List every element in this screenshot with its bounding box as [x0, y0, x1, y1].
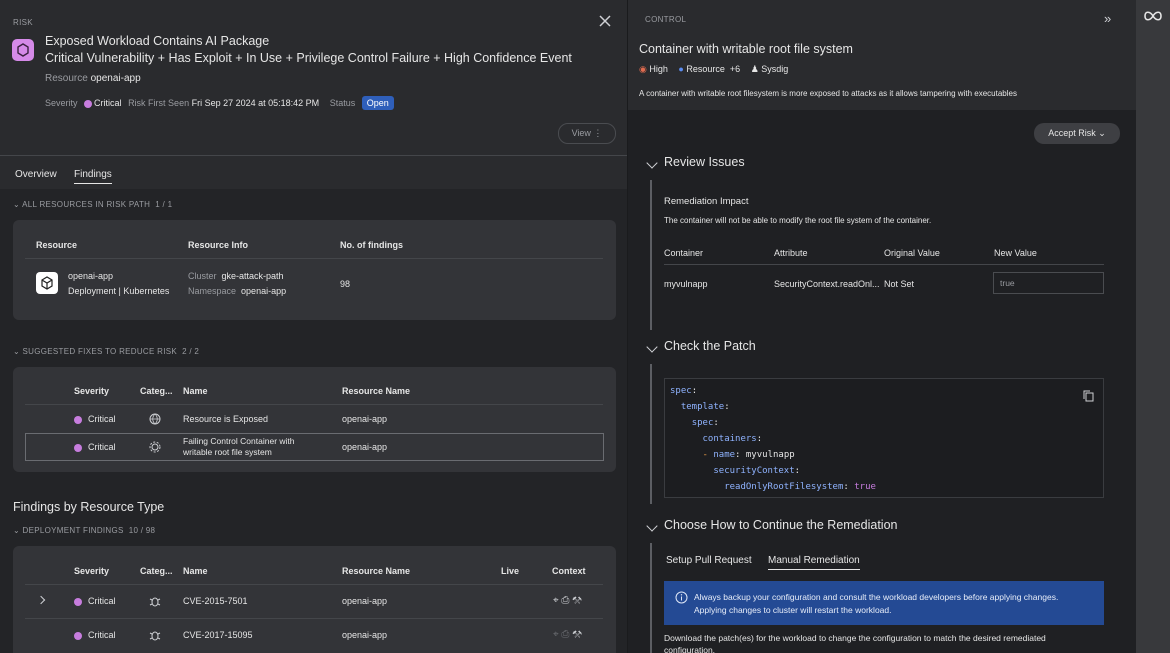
resource-name[interactable]: openai-app — [91, 73, 141, 84]
new-value-input[interactable]: true — [993, 272, 1104, 294]
col-resource-info: Resource Info — [188, 240, 249, 250]
col-findings: No. of findings — [340, 240, 403, 250]
col-severity: Severity — [74, 386, 110, 396]
shield-icon: ◉ — [639, 64, 647, 74]
table-row[interactable]: Critical CVE-2015-7501 openai-app ⌖ ⎙ ⚒ — [13, 585, 616, 618]
close-icon[interactable] — [598, 14, 612, 28]
findings-title: Findings by Resource Type — [13, 500, 165, 514]
risk-title: Exposed Workload Contains AI Package — [45, 34, 270, 48]
status-badge: Open — [361, 96, 394, 110]
col-category: Categ... — [140, 386, 173, 396]
info-icon — [675, 591, 688, 604]
cluster-value: gke-attack-path — [221, 271, 284, 281]
resource-link[interactable]: openai-app — [68, 271, 113, 281]
table-row-selected[interactable]: Critical Failing Control Container with … — [25, 433, 604, 461]
control-panel: CONTROL » Container with writable root f… — [628, 0, 1136, 653]
infinity-icon[interactable] — [1142, 9, 1164, 23]
col-container: Container — [664, 248, 704, 258]
tab-manual-remediation[interactable]: Manual Remediation — [768, 555, 860, 570]
accept-risk-button[interactable]: Accept Risk ⌄ — [1034, 123, 1120, 144]
patch-toggle[interactable] — [646, 338, 658, 356]
globe-icon — [149, 413, 161, 425]
divider — [0, 155, 627, 156]
gear-badge-icon — [149, 441, 161, 453]
findings-panel: Severity Categ... Name Resource Name Liv… — [13, 546, 616, 653]
tab-findings[interactable]: Findings — [74, 169, 112, 184]
col-name: Name — [183, 386, 208, 396]
critical-dot — [84, 99, 93, 108]
col-resource: Resource — [36, 240, 78, 250]
col-resource-name: Resource Name — [342, 386, 411, 396]
resource-type: Deployment | Kubernetes — [68, 286, 170, 296]
bug-icon — [149, 595, 161, 607]
view-button[interactable]: View ⋮ — [558, 123, 616, 144]
choose-toggle[interactable] — [646, 517, 658, 535]
download-text: Download the patch(es) for the workload … — [664, 633, 1046, 643]
user-icon: ♟ — [750, 64, 759, 74]
control-section-label: CONTROL — [645, 15, 687, 24]
tab-overview[interactable]: Overview — [15, 169, 57, 180]
deployment-icon — [36, 272, 58, 294]
choose-title[interactable]: Choose How to Continue the Remediation — [664, 518, 897, 532]
impact-title: Remediation Impact — [664, 196, 749, 207]
col-attribute: Attribute — [774, 248, 808, 258]
risk-panel: RISK Exposed Workload Contains AI Packag… — [0, 0, 627, 653]
control-description: A container with writable root filesyste… — [639, 89, 1017, 98]
section-label: RISK — [13, 18, 33, 27]
resource-label: Resource — [45, 73, 88, 84]
first-seen-value: Fri Sep 27 2024 at 05:18:42 PM — [191, 98, 320, 108]
impact-text: The container will not be able to modify… — [664, 216, 932, 225]
attribute-value: SecurityContext.readOnl... — [774, 279, 880, 289]
patch-code: spec: template: spec: containers: - name… — [670, 386, 876, 492]
collapse-icon[interactable]: » — [1104, 11, 1111, 26]
fixes-header[interactable]: ⌄ SUGGESTED FIXES TO REDUCE RISK 2 / 2 — [13, 347, 199, 356]
expand-icon[interactable] — [36, 595, 46, 605]
col-new: New Value — [994, 248, 1037, 258]
side-rail — [1136, 0, 1170, 653]
table-row[interactable]: Critical CVE-2017-15095 openai-app ⌖ ⎙ ⚒ — [13, 619, 616, 652]
risk-path-panel: Resource Resource Info No. of findings o… — [13, 220, 616, 320]
namespace-value: openai-app — [241, 286, 287, 296]
resource-icon: ● — [678, 64, 684, 74]
copy-icon[interactable] — [1083, 390, 1094, 402]
first-seen-label: Risk First Seen — [128, 98, 190, 108]
col-original: Original Value — [884, 248, 940, 258]
findings-count: 98 — [340, 279, 351, 289]
context-icons[interactable]: ⌖ ⎙ ⚒ — [553, 629, 582, 640]
review-toggle[interactable] — [646, 154, 658, 172]
patch-title[interactable]: Check the Patch — [664, 339, 756, 353]
context-icons[interactable]: ⌖ ⎙ ⚒ — [553, 595, 582, 606]
risk-subtitle: Critical Vulnerability + Has Exploit + I… — [45, 51, 572, 65]
patch-code-block: spec: template: spec: containers: - name… — [664, 378, 1104, 498]
control-title: Container with writable root file system — [639, 42, 853, 56]
download-text-2: configuration. — [664, 645, 716, 653]
info-banner: Always backup your configuration and con… — [664, 581, 1104, 625]
ai-package-icon — [12, 39, 34, 61]
fixes-panel: Severity Categ... Name Resource Name Cri… — [13, 367, 616, 472]
severity-label: Severity — [45, 98, 78, 108]
tab-setup-pr[interactable]: Setup Pull Request — [666, 555, 752, 566]
status-label: Status — [329, 98, 356, 108]
original-value: Not Set — [884, 279, 915, 289]
risk-path-header[interactable]: ⌄ ALL RESOURCES IN RISK PATH 1 / 1 — [13, 200, 172, 209]
bug-icon — [149, 629, 161, 641]
table-row[interactable]: Critical Resource is Exposed openai-app — [25, 405, 603, 433]
container-value: myvulnapp — [664, 279, 708, 289]
deployment-findings-header[interactable]: ⌄ DEPLOYMENT FINDINGS 10 / 98 — [13, 526, 155, 535]
severity-value: Critical — [94, 98, 122, 108]
review-title[interactable]: Review Issues — [664, 155, 745, 169]
